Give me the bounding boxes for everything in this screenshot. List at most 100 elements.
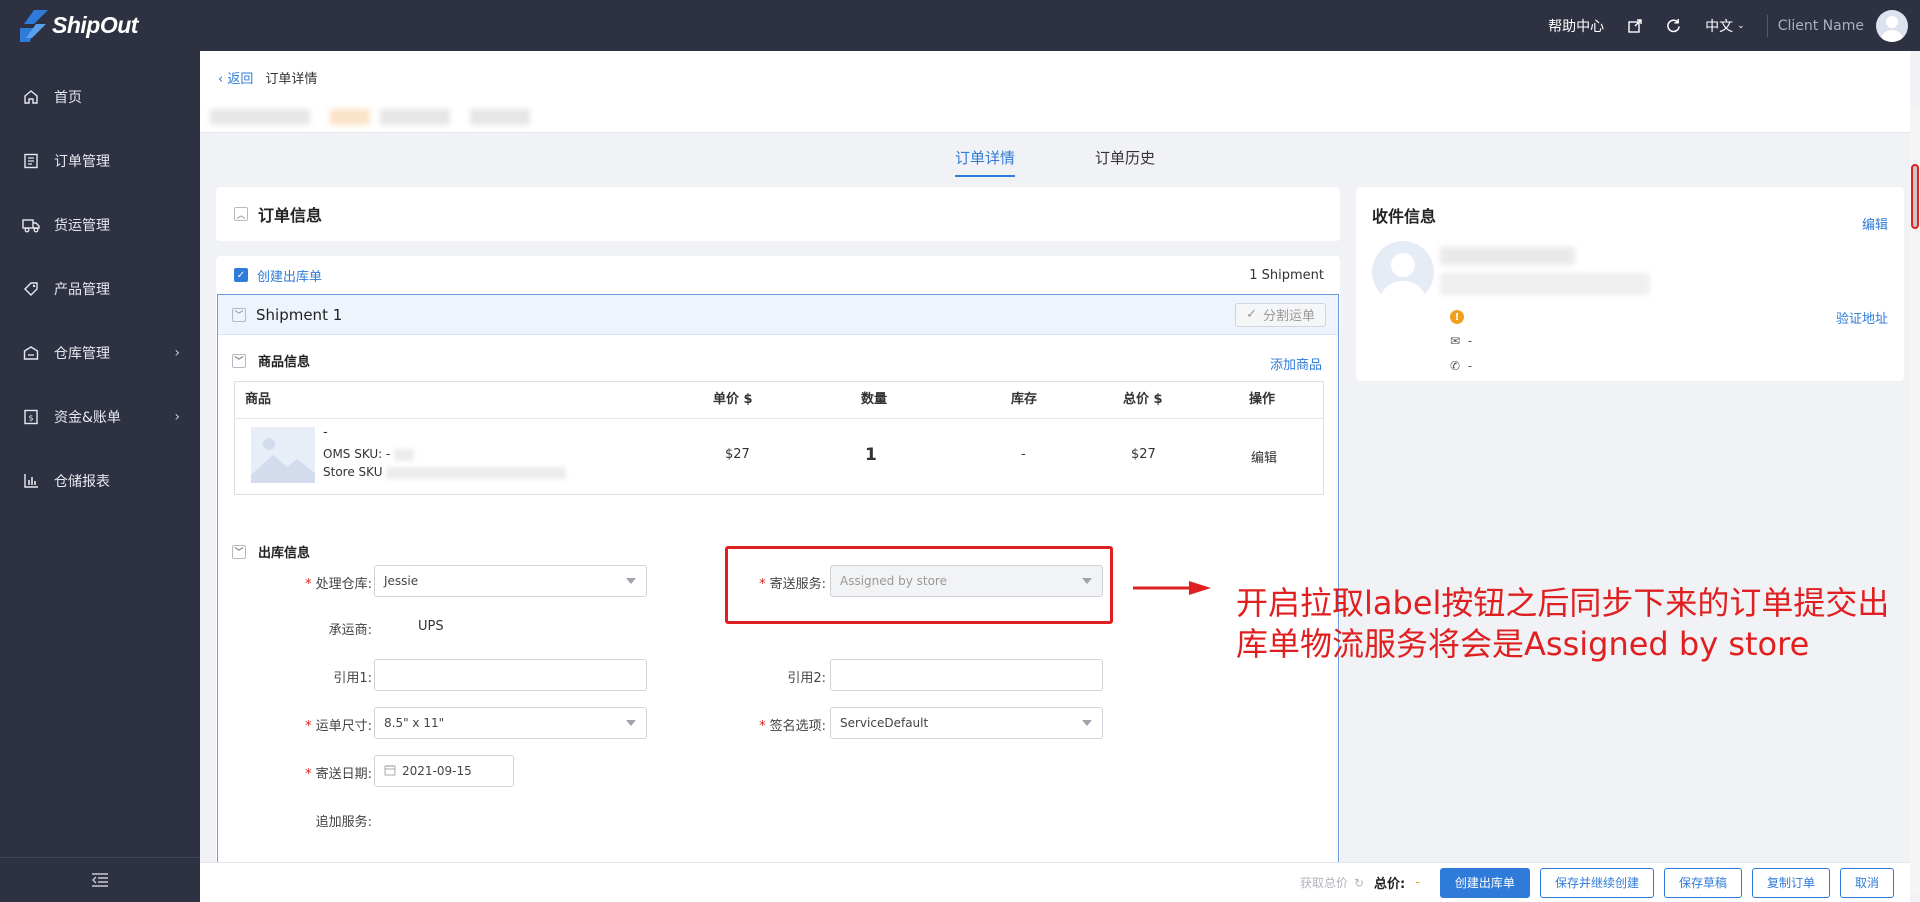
- total-price: $27: [1131, 447, 1156, 462]
- svg-text:$: $: [28, 414, 33, 423]
- order-info-card: ︿ 订单信息: [216, 187, 1340, 241]
- collapse-down-icon[interactable]: ﹀: [232, 544, 246, 559]
- create-outbound-label[interactable]: 创建出库单: [257, 266, 322, 285]
- page-header: ‹ 返回 订单详情: [200, 51, 1910, 133]
- phone-value: -: [1467, 359, 1473, 373]
- language-select[interactable]: 中文 ⌄: [1705, 16, 1745, 36]
- breadcrumb: ‹ 返回 订单详情: [218, 68, 317, 87]
- sidebar: 首页 订单管理 货运管理 产品管理 仓库管理 › $ 资金&账单 › 仓储报表: [0, 51, 200, 902]
- back-link[interactable]: ‹ 返回: [218, 68, 253, 87]
- bar-chart-icon: [22, 472, 40, 490]
- product-table: 商品 单价 $ 数量 库存 总价 $ 操作 - OMS SKU: - Store…: [234, 381, 1324, 495]
- col-qty: 数量: [861, 392, 888, 407]
- col-stock: 库存: [1011, 392, 1038, 407]
- create-outbound-button[interactable]: 创建出库单: [1439, 867, 1530, 898]
- ref2-input[interactable]: [830, 659, 1103, 691]
- order-icon: [22, 152, 40, 170]
- chevron-down-icon: ⌄: [1737, 20, 1745, 31]
- refresh-icon: ↻: [1353, 875, 1365, 890]
- page-scrollbar[interactable]: [1910, 109, 1920, 894]
- chevron-right-icon: ›: [174, 345, 180, 361]
- total-label: 总价:: [1374, 877, 1406, 892]
- annotation-arrow: [1133, 581, 1211, 595]
- collapse-up-icon[interactable]: ︿: [234, 207, 248, 221]
- ref2-label: 引用2:: [787, 671, 826, 686]
- warehouse-select[interactable]: Jessie: [374, 565, 647, 597]
- sidebar-item-billing[interactable]: $ 资金&账单 ›: [0, 385, 200, 449]
- sidebar-item-label: 货运管理: [54, 218, 110, 234]
- receiver-avatar: [1372, 241, 1434, 303]
- tab-order-history[interactable]: 订单历史: [1095, 147, 1155, 177]
- split-shipment-label: 分割运单: [1262, 309, 1315, 324]
- stock: -: [1021, 447, 1026, 462]
- sidebar-item-warehouse[interactable]: 仓库管理 ›: [0, 321, 200, 385]
- help-center-link[interactable]: 帮助中心: [1548, 16, 1604, 36]
- signature-value: ServiceDefault: [840, 716, 929, 730]
- verify-address-link[interactable]: 验证地址: [1836, 308, 1888, 327]
- email-value: -: [1467, 334, 1473, 348]
- redacted-order-number: [210, 101, 750, 129]
- ship-date-label: * 寄送日期:: [305, 767, 372, 782]
- split-shipment-button[interactable]: ✓ 分割运单: [1235, 302, 1326, 327]
- label-size-label: * 运单尺寸:: [305, 719, 372, 734]
- sidebar-item-reports[interactable]: 仓储报表: [0, 449, 200, 513]
- scrollbar-thumb[interactable]: [1911, 164, 1919, 229]
- caret-down-icon: [1082, 720, 1092, 726]
- client-name[interactable]: Client Name: [1778, 18, 1864, 34]
- outbound-section-header: ﹀ 出库信息: [232, 542, 310, 561]
- collapse-sidebar-button[interactable]: [0, 857, 200, 902]
- sidebar-item-products[interactable]: 产品管理: [0, 257, 200, 321]
- user-avatar[interactable]: [1876, 9, 1908, 42]
- col-action: 操作: [1249, 392, 1276, 407]
- col-unit-price: 单价 $: [713, 392, 753, 407]
- save-continue-button[interactable]: 保存并继续创建: [1539, 867, 1654, 898]
- refresh-icon[interactable]: [1666, 18, 1681, 33]
- caret-down-icon: [626, 578, 636, 584]
- cancel-button[interactable]: 取消: [1839, 867, 1894, 898]
- label-size-value: 8.5" x 11": [384, 716, 445, 730]
- bill-icon: $: [22, 408, 40, 426]
- oms-sku-value: OMS SKU: -: [323, 447, 391, 461]
- get-total-link[interactable]: 获取总价 ↻: [1300, 874, 1364, 891]
- chevron-right-icon: ›: [174, 409, 180, 425]
- total-value: -: [1415, 875, 1420, 890]
- store-sku: Store SKU: [323, 465, 567, 479]
- ship-date-picker[interactable]: 2021-09-15: [374, 755, 514, 787]
- main-content: ‹ 返回 订单详情 订单详情 订单历史 ︿ 订单信息 ✓ 创建出库单 1 Shi…: [200, 51, 1920, 902]
- ref1-input[interactable]: [374, 659, 647, 691]
- edit-receiver-link[interactable]: 编辑: [1862, 214, 1888, 233]
- save-draft-button[interactable]: 保存草稿: [1663, 867, 1742, 898]
- edit-product-link[interactable]: 编辑: [1251, 447, 1277, 466]
- warehouse-value: Jessie: [384, 574, 419, 588]
- signature-select[interactable]: ServiceDefault: [830, 707, 1103, 739]
- collapse-down-icon[interactable]: ﹀: [232, 307, 246, 322]
- sidebar-item-label: 仓库管理: [54, 346, 110, 362]
- product-name: -: [323, 425, 328, 440]
- phone-icon: ✆: [1450, 359, 1461, 373]
- sidebar-item-label: 仓储报表: [54, 474, 110, 490]
- shipment-count: 1 Shipment: [1249, 267, 1324, 283]
- export-icon[interactable]: [1628, 18, 1642, 33]
- check-icon: ✓: [1246, 307, 1257, 322]
- logo[interactable]: ShipOut: [0, 9, 200, 42]
- sidebar-item-shipping[interactable]: 货运管理: [0, 193, 200, 257]
- product-section-title: 商品信息: [258, 355, 311, 370]
- add-product-link[interactable]: 添加商品: [1270, 354, 1322, 373]
- annotation-text: 开启拉取label按钮之后同步下来的订单提交出库单物流服务将会是Assigned…: [1236, 584, 1890, 663]
- label-size-select[interactable]: 8.5" x 11": [374, 707, 647, 739]
- tag-icon: [22, 280, 40, 298]
- warehouse-icon: [22, 344, 40, 362]
- copy-order-button[interactable]: 复制订单: [1751, 867, 1830, 898]
- quantity[interactable]: 1: [865, 445, 877, 465]
- create-outbound-checkbox[interactable]: ✓: [234, 268, 248, 282]
- warehouse-label: * 处理仓库:: [305, 577, 372, 592]
- sidebar-item-orders[interactable]: 订单管理: [0, 129, 200, 193]
- col-product: 商品: [245, 392, 272, 407]
- get-total-label: 获取总价: [1299, 876, 1348, 890]
- collapse-down-icon[interactable]: ﹀: [232, 353, 246, 368]
- outbound-card: ✓ 创建出库单 1 Shipment ﹀ Shipment 1 ✓ 分割运单 ﹀…: [216, 256, 1340, 896]
- sidebar-item-home[interactable]: 首页: [0, 65, 200, 129]
- shipment-title: Shipment 1: [256, 305, 343, 324]
- redacted-receiver-name: [1440, 247, 1575, 265]
- tab-order-detail[interactable]: 订单详情: [954, 147, 1015, 177]
